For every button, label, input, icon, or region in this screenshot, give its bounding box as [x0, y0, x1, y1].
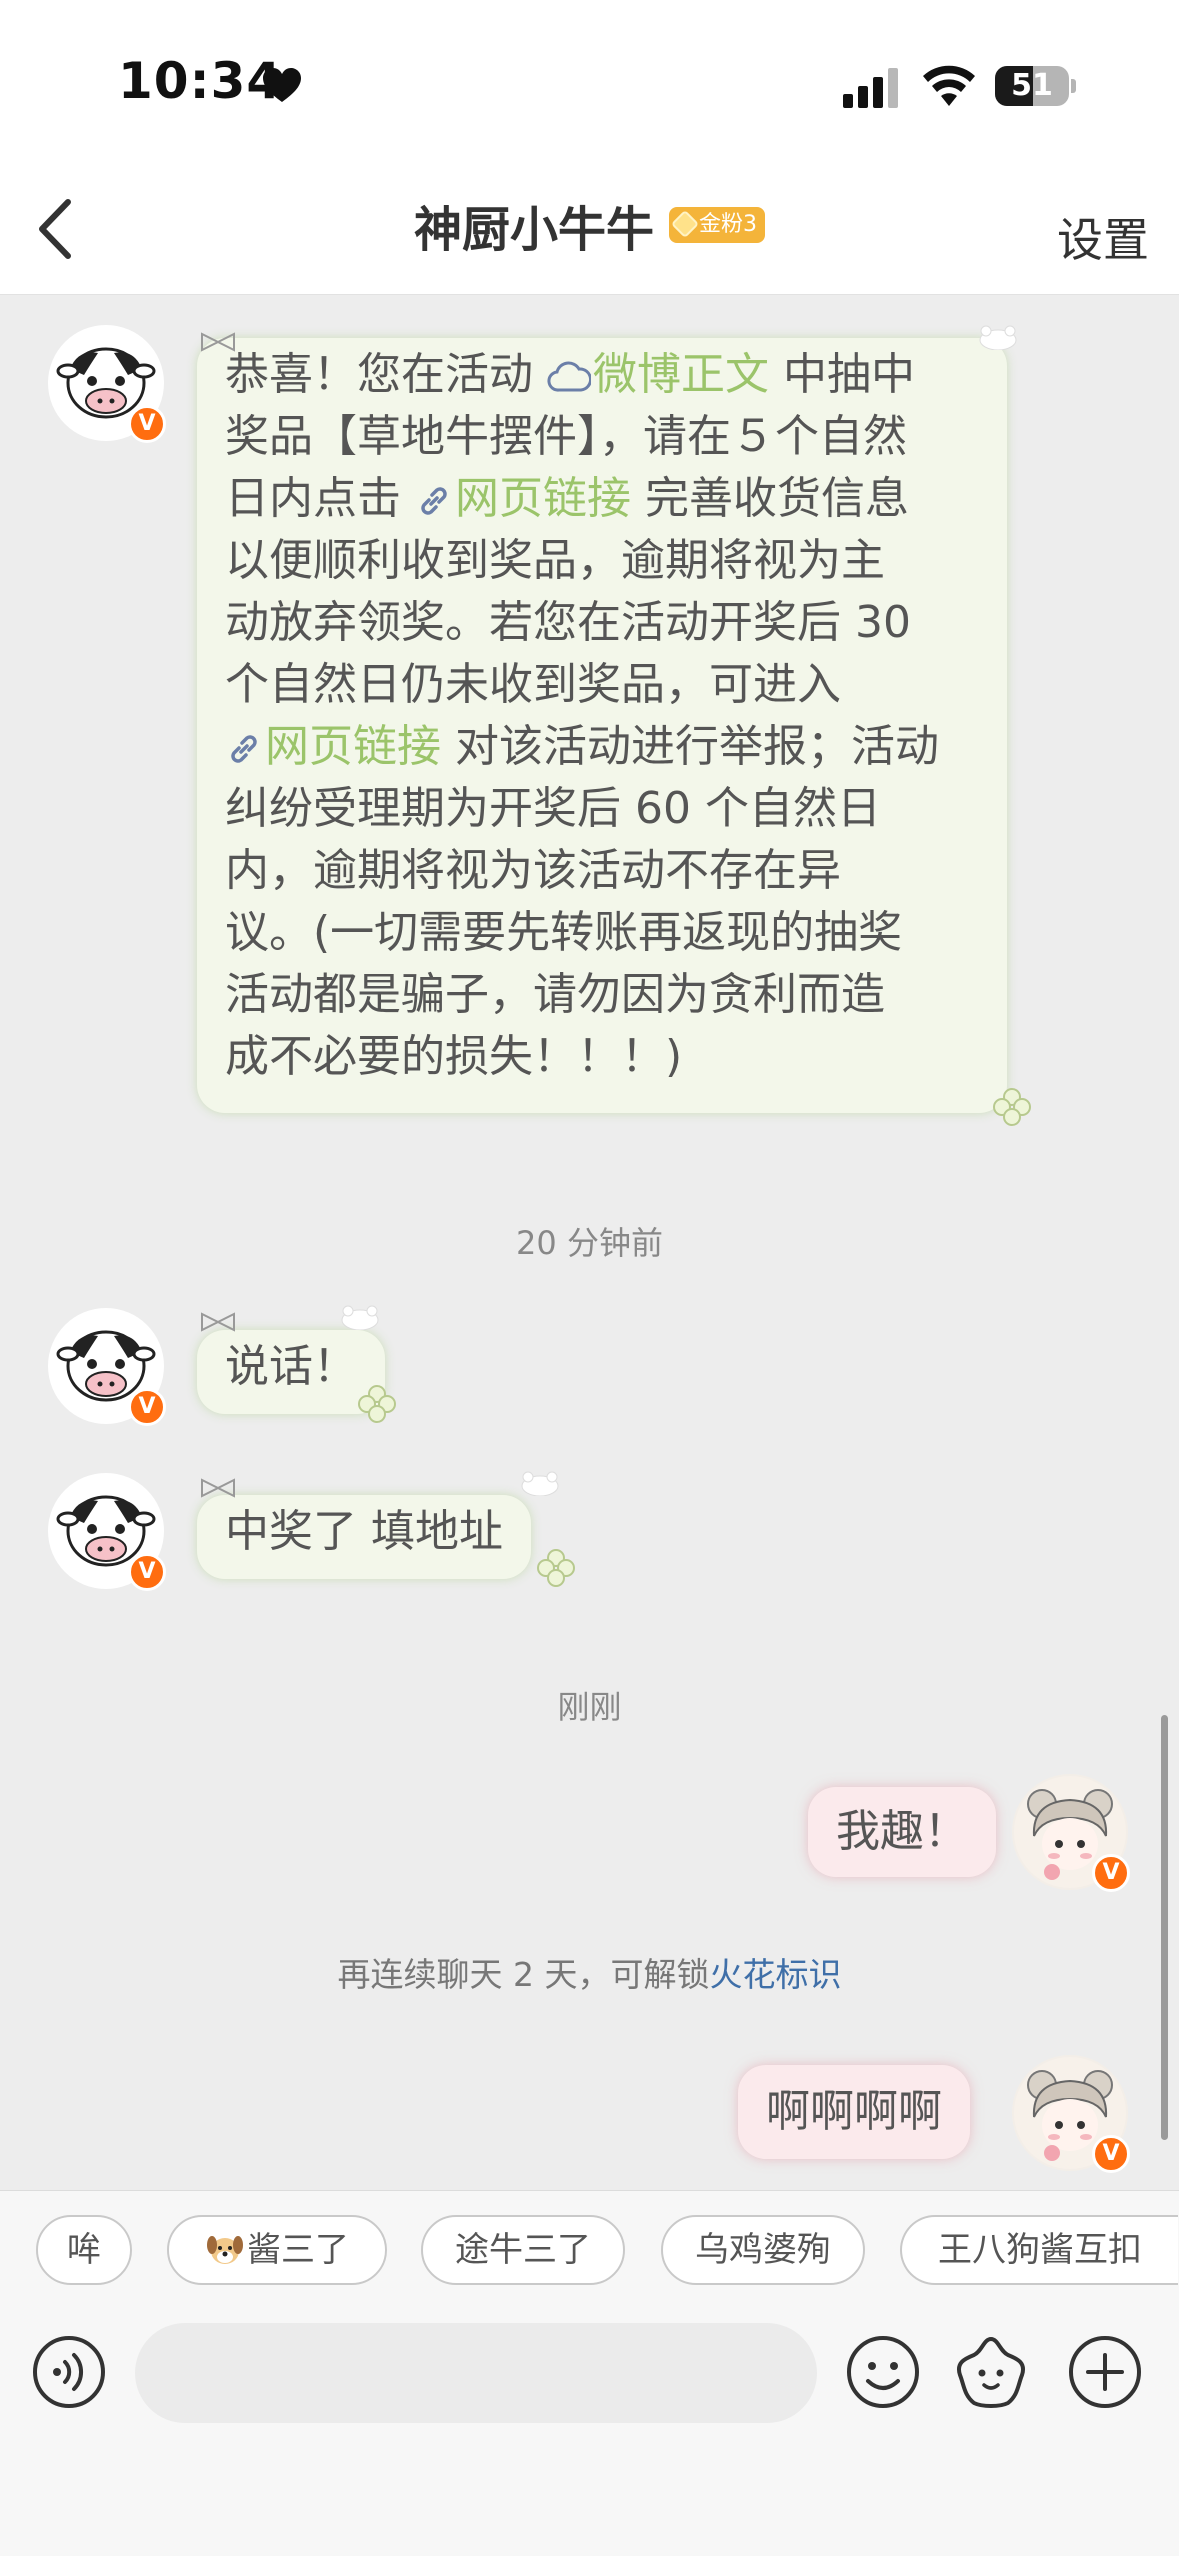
- bear-icon: [979, 325, 1017, 350]
- clover-icon: [993, 1088, 1031, 1126]
- clover-icon: [537, 1549, 575, 1587]
- verified-badge: V: [128, 1553, 166, 1591]
- my-avatar[interactable]: V: [1012, 2055, 1130, 2173]
- signal-icon: [843, 68, 898, 108]
- input-bar: [0, 2305, 1179, 2556]
- message-bubble-sent[interactable]: 我趣！: [808, 1787, 996, 1877]
- message-text-segment: 纠纷受理期为开奖后 60 个自然日: [225, 783, 881, 834]
- bear-icon: [521, 1471, 559, 1496]
- settings-button[interactable]: 设置: [1057, 204, 1149, 270]
- message-text-segment: 议。(一切需要先转账再返现的抽奖: [225, 907, 903, 958]
- message-line: 议。(一切需要先转账再返现的抽奖: [225, 902, 979, 964]
- dog-face-icon: [207, 2236, 243, 2264]
- clover-icon: [358, 1385, 396, 1423]
- gem-icon: [670, 209, 700, 239]
- quick-reply-label: 酱三了: [247, 2230, 349, 2270]
- status-bar: 10:34 51: [0, 0, 1179, 170]
- message-text-segment: 以便顺利收到奖品，逾期将视为主: [225, 535, 885, 586]
- message-text: 说话！: [225, 1341, 357, 1392]
- heart-icon: [263, 68, 301, 102]
- message-text: 恭喜！您在活动 微博正文 中抽中 奖品【草地牛摆件】，请在５个自然 日内点击 网页链…: [225, 344, 979, 1088]
- message-bubble-received[interactable]: 中奖了 填地址: [197, 1495, 531, 1579]
- message-line: 成不必要的损失！！！): [225, 1026, 979, 1088]
- message-text-segment: 对该活动进行举报；活动: [441, 721, 939, 772]
- contact-avatar[interactable]: V: [48, 1308, 166, 1426]
- quick-reply-chip[interactable]: 乌鸡婆殉: [661, 2215, 865, 2285]
- quick-reply-chip[interactable]: 途牛三了: [421, 2215, 625, 2285]
- message-text-segment: 完善收货信息: [631, 473, 909, 524]
- fan-level-badge: 金粉3: [669, 207, 766, 243]
- message-text-segment: 成不必要的损失！！！): [225, 1031, 683, 1082]
- message-line: 内，逾期将视为该活动不存在异: [225, 840, 979, 902]
- message-bubble-received[interactable]: 恭喜！您在活动 微博正文 中抽中 奖品【草地牛摆件】，请在５个自然 日内点击 网页链…: [197, 338, 1007, 1113]
- scrollbar[interactable]: [1161, 1715, 1168, 2140]
- message-text: 我趣！: [836, 1806, 968, 1857]
- link-icon: [231, 735, 257, 763]
- message-text-segment: 内，逾期将视为该活动不存在异: [225, 845, 841, 896]
- message-text-segment: 中抽中: [769, 349, 915, 400]
- sticker-icon[interactable]: [952, 2333, 1030, 2411]
- contact-avatar[interactable]: V: [48, 325, 166, 443]
- bear-icon: [341, 1305, 379, 1330]
- message-text: 啊啊啊啊: [766, 2086, 942, 2137]
- message-line: 动放弃领奖。若您在活动开奖后 30: [225, 592, 979, 654]
- title-area: 神厨小牛牛 金粉3: [0, 190, 1179, 260]
- message-line: 奖品【草地牛摆件】，请在５个自然: [225, 406, 979, 468]
- message-text-segment: 动放弃领奖。若您在活动开奖后 30: [225, 597, 911, 648]
- quick-reply-chip[interactable]: 哞: [36, 2215, 132, 2285]
- message-text-segment: 个自然日仍未收到奖品，可进入: [225, 659, 841, 710]
- wifi-icon: [923, 65, 975, 106]
- battery-level: 51: [1011, 68, 1053, 103]
- plus-icon[interactable]: [1066, 2333, 1144, 2411]
- message-text-segment: 日内点击: [225, 473, 415, 524]
- verified-badge: V: [1092, 1854, 1130, 1892]
- system-notice: 再连续聊天 2 天，可解锁火花标识: [0, 1948, 1179, 1996]
- my-avatar[interactable]: V: [1012, 1774, 1130, 1892]
- message-line: 纠纷受理期为开奖后 60 个自然日: [225, 778, 979, 840]
- message-line: 日内点击 网页链接 完善收货信息: [225, 468, 979, 530]
- system-notice-text: 再连续聊天 2 天，可解锁: [337, 1955, 710, 1994]
- spark-link[interactable]: 火花标识: [709, 1955, 841, 1994]
- voice-icon[interactable]: [30, 2333, 108, 2411]
- verified-badge: V: [128, 405, 166, 443]
- contact-avatar[interactable]: V: [48, 1473, 166, 1591]
- message-line: 恭喜！您在活动 微博正文 中抽中: [225, 344, 979, 406]
- weibo-post-link[interactable]: 微博正文: [547, 349, 769, 400]
- verified-badge: V: [128, 1388, 166, 1426]
- message-line: 活动都是骗子，请勿因为贪利而造: [225, 964, 979, 1026]
- message-text: 中奖了 填地址: [225, 1506, 503, 1557]
- message-text-segment: 活动都是骗子，请勿因为贪利而造: [225, 969, 885, 1020]
- quick-reply-chip[interactable]: 王八狗酱互扣: [900, 2215, 1178, 2285]
- web-link[interactable]: 网页链接: [415, 473, 631, 524]
- verified-badge: V: [1092, 2135, 1130, 2173]
- bow-icon: [201, 1312, 235, 1332]
- timestamp: 刚刚: [557, 1688, 622, 1726]
- nav-bar: 神厨小牛牛 金粉3 设置: [0, 170, 1179, 295]
- status-time: 10:34: [118, 52, 283, 110]
- quick-reply-chip[interactable]: 酱三了: [167, 2215, 387, 2285]
- message-line: 网页链接 对该活动进行举报；活动: [225, 716, 979, 778]
- battery-icon: 51: [995, 66, 1076, 106]
- message-bubble-sent[interactable]: 啊啊啊啊: [738, 2065, 970, 2159]
- message-line: 个自然日仍未收到奖品，可进入: [225, 654, 979, 716]
- bow-icon: [201, 1478, 235, 1498]
- cloud-icon: [547, 361, 591, 392]
- web-link[interactable]: 网页链接: [225, 721, 441, 772]
- message-line: 以便顺利收到奖品，逾期将视为主: [225, 530, 979, 592]
- timestamp: 20 分钟前: [516, 1224, 663, 1262]
- quick-reply-bar: 哞 酱三了 途牛三了 乌鸡婆殉 王八狗酱互扣: [0, 2190, 1179, 2305]
- bow-icon: [201, 332, 235, 352]
- emoji-icon[interactable]: [844, 2333, 922, 2411]
- message-input[interactable]: [135, 2323, 817, 2423]
- fan-badge-label: 金粉3: [699, 212, 758, 237]
- message-text-segment: 奖品【草地牛摆件】，请在５个自然: [225, 411, 907, 462]
- link-icon: [421, 487, 447, 515]
- chat-title[interactable]: 神厨小牛牛: [414, 190, 654, 260]
- message-text-segment: 恭喜！您在活动: [225, 349, 547, 400]
